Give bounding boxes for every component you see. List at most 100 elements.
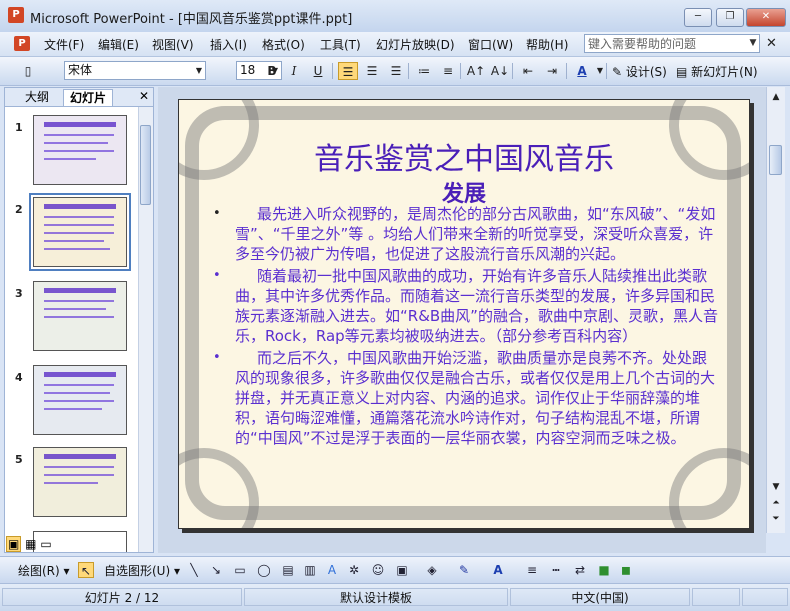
help-search-input[interactable]: 键入需要帮助的问题 — [584, 34, 760, 53]
thumbnail-line — [44, 384, 114, 386]
chevron-down-icon[interactable]: ▼ — [590, 62, 610, 80]
thumbnail-line — [44, 474, 114, 476]
decrease-font-icon[interactable]: A↓ — [490, 62, 510, 80]
decrease-indent-icon[interactable]: ⇤ — [518, 62, 538, 80]
menu-help[interactable]: 帮助(H) — [526, 36, 568, 53]
menu-view[interactable]: 视图(V) — [152, 36, 194, 53]
tab-slides[interactable]: 幻灯片 — [63, 89, 114, 106]
line-color-icon[interactable]: ✎ — [456, 562, 472, 578]
font-color-icon[interactable]: A — [572, 62, 592, 80]
previous-slide-icon[interactable]: ⏶ — [768, 495, 784, 511]
bullet-text: 最先进入听众视野的，是周杰伦的部分古风歌曲，如“东风破”、“发如雪”、“千里之外… — [235, 205, 716, 263]
drawing-toolbar: 绘图(R) ▾ ↖ 自选图形(U) ▾ ╲ ↘ ▭ ◯ ▤ ▥ A ✲ ☺ ▣ … — [0, 556, 790, 583]
wordart-icon[interactable]: A — [324, 562, 340, 578]
toolbar-separator — [408, 63, 409, 79]
increase-font-icon[interactable]: A↑ — [466, 62, 486, 80]
autoshapes-label: 自选图形(U) — [104, 564, 171, 578]
slide-thumbnail-selected[interactable] — [29, 193, 131, 271]
arrow-style-icon[interactable]: ⇄ — [572, 562, 588, 578]
design-button[interactable]: ✎ 设计(S) — [612, 63, 667, 80]
numbering-icon[interactable]: ≔ — [414, 62, 434, 80]
new-slide-button[interactable]: ▤ 新幻灯片(N) — [676, 63, 758, 80]
menu-format[interactable]: 格式(O) — [262, 36, 305, 53]
diagram-icon[interactable]: ✲ — [346, 562, 362, 578]
vertical-textbox-icon[interactable]: ▥ — [302, 562, 318, 578]
bullet-item: • 随着最初一批中国风歌曲的成功，开始有许多音乐人陆续推出此类歌曲，其中许多优秀… — [209, 266, 719, 346]
normal-view-icon[interactable]: ▣ — [6, 536, 22, 552]
thumbnail-title-mark — [44, 372, 116, 377]
new-document-icon[interactable]: ▯ — [18, 62, 38, 80]
slide-editing-area: 音乐鉴赏之中国风音乐 发展 • 最先进入听众视野的，是周杰伦的部分古风歌曲，如“… — [158, 87, 766, 553]
align-center-icon[interactable]: ☰ — [362, 62, 382, 80]
select-objects-icon[interactable]: ↖ — [78, 562, 94, 578]
status-bar: 幻灯片 2 / 12 默认设计模板 中文(中国) — [0, 583, 790, 611]
thumbnail-number: 3 — [15, 287, 23, 300]
status-cell — [742, 588, 788, 606]
help-dropdown-icon[interactable]: ▼ — [746, 34, 760, 53]
fill-color-icon[interactable]: ◈ — [424, 562, 440, 578]
minimize-button[interactable]: ─ — [684, 8, 712, 27]
autoshapes-menu-button[interactable]: 自选图形(U) ▾ — [104, 562, 180, 579]
thumbnail-scrollbar[interactable] — [138, 107, 153, 552]
slide-thumbnail[interactable] — [33, 447, 127, 517]
italic-button[interactable]: I — [284, 62, 304, 80]
slide-body[interactable]: • 最先进入听众视野的，是周杰伦的部分古风歌曲，如“东风破”、“发如雪”、“千里… — [209, 204, 719, 450]
scrollbar-thumb[interactable] — [769, 145, 782, 175]
toolbar-separator — [606, 63, 607, 79]
powerpoint-app-icon[interactable]: P — [8, 7, 24, 23]
document-menu-icon[interactable]: P — [14, 36, 30, 51]
menu-window[interactable]: 窗口(W) — [468, 36, 513, 53]
next-slide-icon[interactable]: ⏷ — [768, 511, 784, 527]
title-bar: P Microsoft PowerPoint - [中国风音乐鉴赏ppt课件.p… — [0, 0, 790, 33]
slide-title[interactable]: 音乐鉴赏之中国风音乐 — [179, 134, 749, 178]
menu-edit[interactable]: 编辑(E) — [98, 36, 139, 53]
rectangle-icon[interactable]: ▭ — [232, 562, 248, 578]
scroll-down-icon[interactable]: ▼ — [768, 479, 784, 495]
bold-button[interactable]: B — [262, 62, 282, 80]
bullet-icon: • — [213, 268, 221, 283]
scroll-up-icon[interactable]: ▲ — [768, 89, 784, 105]
3d-style-icon[interactable]: ◼ — [618, 562, 634, 578]
textbox-icon[interactable]: ▤ — [280, 562, 296, 578]
menu-bar: P 文件(F) 编辑(E) 视图(V) 插入(I) 格式(O) 工具(T) 幻灯… — [0, 32, 790, 57]
design-label: 设计(S) — [625, 65, 667, 79]
dash-style-icon[interactable]: ┅ — [548, 562, 564, 578]
font-name-select[interactable]: 宋体 ▼ — [64, 61, 206, 80]
scrollbar-thumb[interactable] — [140, 125, 151, 205]
slide-scrollbar[interactable]: ▲ ▼ ⏶ ⏷ — [766, 87, 785, 533]
underline-button[interactable]: U — [308, 62, 328, 80]
menu-insert[interactable]: 插入(I) — [210, 36, 247, 53]
close-pane-icon[interactable]: ✕ — [139, 89, 149, 103]
slideshow-icon[interactable]: ▭ — [40, 537, 51, 551]
oval-icon[interactable]: ◯ — [256, 562, 272, 578]
new-slide-label: 新幻灯片(N) — [691, 65, 758, 79]
tab-outline[interactable]: 大纲 — [19, 89, 55, 105]
bullets-icon[interactable]: ≡ — [438, 62, 458, 80]
align-right-icon[interactable]: ☰ — [386, 62, 406, 80]
design-template-status: 默认设计模板 — [244, 588, 508, 606]
bullet-item: • 而之后不久，中国风歌曲开始泛滥，歌曲质量亦是良莠不齐。处处跟风的现象很多，许… — [209, 348, 719, 448]
menu-tools[interactable]: 工具(T) — [320, 36, 361, 53]
restore-button[interactable]: ❐ — [716, 8, 744, 27]
line-style-icon[interactable]: ≡ — [524, 562, 540, 578]
clipart-icon[interactable]: ☺ — [370, 562, 386, 578]
draw-menu-button[interactable]: 绘图(R) ▾ — [18, 562, 70, 579]
increase-indent-icon[interactable]: ⇥ — [542, 62, 562, 80]
align-left-icon[interactable]: ☰ — [338, 62, 358, 80]
close-window-button[interactable]: ✕ — [746, 8, 786, 27]
slide-sorter-icon[interactable]: ▦ — [25, 537, 36, 551]
slide-canvas[interactable]: 音乐鉴赏之中国风音乐 发展 • 最先进入听众视野的，是周杰伦的部分古风歌曲，如“… — [178, 99, 750, 529]
slide-thumbnail[interactable] — [33, 365, 127, 435]
menu-file[interactable]: 文件(F) — [44, 36, 84, 53]
chevron-down-icon[interactable]: ▼ — [193, 62, 205, 79]
menu-slideshow[interactable]: 幻灯片放映(D) — [376, 36, 455, 53]
shadow-style-icon[interactable]: ■ — [596, 562, 612, 578]
slide-thumbnail[interactable] — [33, 115, 127, 185]
line-icon[interactable]: ╲ — [186, 562, 202, 578]
thumbnail-line — [44, 134, 114, 136]
arrow-icon[interactable]: ↘ — [208, 562, 224, 578]
font-color-icon[interactable]: A — [490, 562, 506, 578]
document-close-button[interactable]: ✕ — [766, 36, 777, 51]
picture-icon[interactable]: ▣ — [394, 562, 410, 578]
slide-thumbnail[interactable] — [33, 281, 127, 351]
